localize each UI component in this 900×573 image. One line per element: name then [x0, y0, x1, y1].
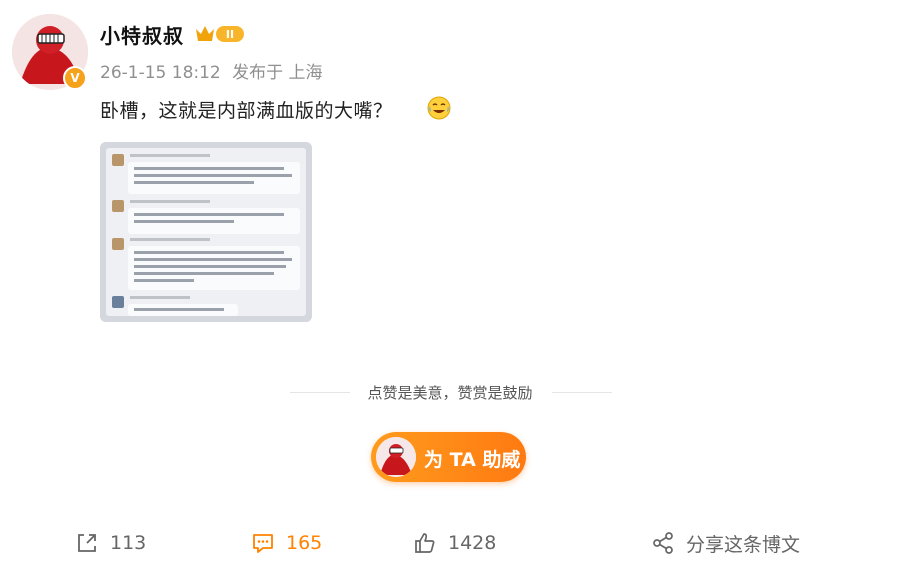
post-body: 卧槽，这就是内部满血版的大嘴？	[100, 100, 393, 122]
post-date[interactable]: 26-1-15 18:12	[100, 63, 221, 83]
repost-icon	[78, 534, 96, 552]
repost-button[interactable]: 113	[74, 528, 146, 558]
laughing-crying-emoji-icon	[427, 96, 451, 120]
thumbs-up-icon	[415, 533, 435, 553]
post-source: 发布于 上海	[232, 63, 323, 83]
comment-icon	[253, 534, 273, 553]
chat-screenshot-photo	[100, 142, 312, 322]
share-label: 分享这条博文	[686, 533, 801, 556]
comment-button[interactable]: 165	[250, 528, 322, 558]
username[interactable]: 小特叔叔	[100, 20, 184, 49]
share-button[interactable]: 分享这条博文	[650, 528, 800, 558]
comment-count: 165	[286, 532, 323, 554]
post-image[interactable]	[100, 142, 312, 322]
reward-caption: 点赞是美意，赞赏是鼓励	[367, 384, 533, 402]
cheer-button[interactable]: 为 TA 助威	[371, 432, 526, 482]
vip-level: II	[226, 28, 234, 41]
avatar-illustration-icon	[376, 437, 416, 477]
post-meta: 26-1-15 18:12 发布于 上海	[100, 58, 329, 83]
cheer-avatar	[376, 437, 416, 477]
like-count: 1428	[448, 532, 497, 554]
vip-crown-icon[interactable]: II	[194, 23, 246, 45]
share-icon	[653, 532, 673, 554]
repost-count: 113	[110, 532, 147, 554]
like-button[interactable]: 1428	[412, 528, 496, 558]
cheer-button-label: 为 TA 助威	[424, 449, 521, 471]
verified-badge-icon: V	[63, 66, 87, 90]
